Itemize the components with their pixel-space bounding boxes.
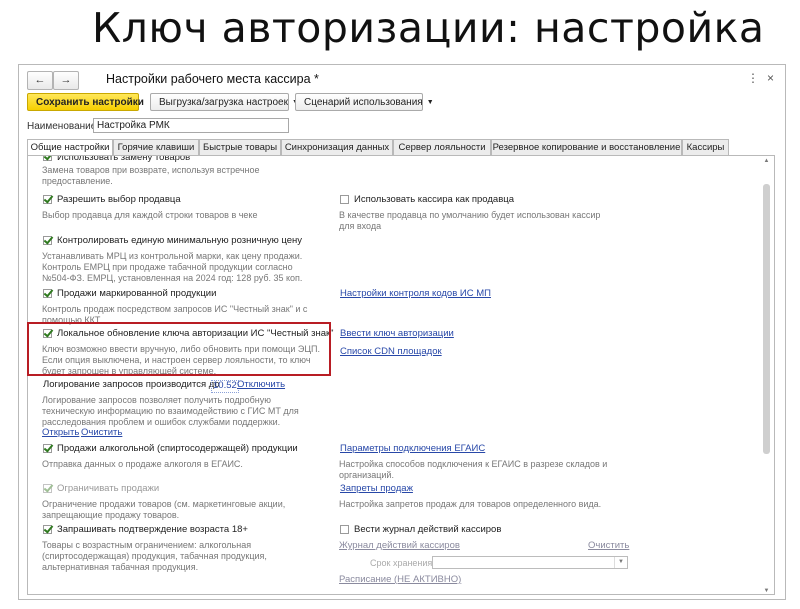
- name-label: Наименование:: [27, 121, 100, 132]
- egais-params-desc: организаций.: [339, 470, 394, 480]
- name-input[interactable]: Настройка РМК: [93, 118, 289, 133]
- arrow-right-icon: →: [60, 74, 72, 86]
- logging-date-field[interactable]: 10.52: [211, 380, 239, 393]
- marked-codes-settings-link[interactable]: Настройки контроля кодов ИС МП: [340, 288, 491, 300]
- egais-params-link[interactable]: Параметры подключения ЕГАИС: [340, 443, 485, 455]
- cashier-journal-clear-link[interactable]: Очистить: [588, 540, 629, 552]
- logging-disable-link[interactable]: Отключить: [237, 379, 285, 391]
- schedule-link[interactable]: Расписание (НЕ АКТИВНО): [339, 574, 461, 586]
- replace-goods-label: Использовать замену товаров: [57, 155, 191, 163]
- seller-choice-desc: Выбор продавца для каждой строки товаров…: [42, 210, 258, 220]
- forward-button[interactable]: →: [53, 71, 79, 90]
- restrict-sales-desc: Ограничение продажи товаров (см. маркети…: [42, 499, 286, 509]
- logging-label: Логирование запросов производится до: [43, 379, 220, 390]
- age-confirm-desc: (спиртосодержащая) продукция, табачная п…: [42, 551, 267, 561]
- chevron-down-icon: ▼: [614, 557, 627, 568]
- logging-desc: Логирование запросов позволяет получить …: [42, 395, 271, 405]
- arrow-left-icon: ←: [34, 74, 46, 86]
- cashier-as-seller-desc: для входа: [339, 221, 382, 231]
- tab-loyalty-server[interactable]: Сервер лояльности: [393, 139, 491, 155]
- sales-bans-link[interactable]: Запреты продаж: [340, 483, 413, 495]
- mrc-checkbox[interactable]: [43, 236, 52, 245]
- seller-choice-label: Разрешить выбор продавца: [57, 194, 181, 205]
- window-title: Настройки рабочего места кассира *: [106, 72, 319, 86]
- cashier-journal-link[interactable]: Журнал действий кассиров: [339, 540, 460, 552]
- cashier-as-seller-label: Использовать кассира как продавца: [354, 194, 514, 205]
- tab-cashiers[interactable]: Кассиры: [682, 139, 729, 155]
- seller-choice-checkbox[interactable]: [43, 195, 52, 204]
- replace-goods-desc: предоставление.: [42, 176, 113, 186]
- close-icon[interactable]: ×: [767, 71, 774, 85]
- more-menu-icon[interactable]: ⋮: [747, 71, 759, 85]
- replace-goods-checkbox[interactable]: [43, 156, 52, 161]
- vertical-scrollbar[interactable]: ▲ ▼: [762, 158, 771, 594]
- mrc-label: Контролировать единую минимальную рознич…: [57, 235, 302, 246]
- cashier-as-seller-desc: В качестве продавца по умолчанию будет и…: [339, 210, 601, 220]
- age-confirm-desc: альтернативная табачная продукция.: [42, 562, 199, 572]
- restrict-sales-checkbox[interactable]: [43, 484, 52, 493]
- mrc-desc: Устанавливать МРЦ из контрольной марки, …: [42, 251, 303, 261]
- alcohol-desc: Отправка данных о продаже алкоголя в ЕГА…: [42, 459, 243, 469]
- age-confirm-desc: Товары с возрастным ограничением: алкого…: [42, 540, 252, 550]
- logging-desc: расследования проблем и ошибок службами …: [42, 417, 281, 427]
- cdn-list-link[interactable]: Список CDN площадок: [340, 346, 442, 358]
- age-confirm-checkbox[interactable]: [43, 525, 52, 534]
- cashier-journal-label: Вести журнал действий кассиров: [354, 524, 502, 535]
- scenario-button[interactable]: Сценарий использования ▼: [295, 93, 434, 111]
- restrict-sales-label: Ограничивать продажи: [57, 483, 160, 494]
- marked-products-checkbox[interactable]: [43, 289, 52, 298]
- tab-general[interactable]: Общие настройки: [27, 139, 113, 156]
- export-import-label: Выгрузка/загрузка настроек: [159, 97, 288, 108]
- enter-auth-key-link[interactable]: Ввести ключ авторизации: [340, 328, 454, 340]
- highlight-frame: [27, 322, 331, 376]
- marked-products-label: Продажи маркированной продукции: [57, 288, 217, 299]
- tab-sync[interactable]: Синхронизация данных: [281, 139, 393, 155]
- tab-backup[interactable]: Резервное копирование и восстановление: [491, 139, 682, 155]
- cashier-journal-checkbox[interactable]: [340, 525, 349, 534]
- scenario-label: Сценарий использования: [304, 97, 423, 108]
- chevron-down-icon: ▼: [426, 99, 434, 106]
- storage-period-label: Срок хранения:: [370, 558, 435, 568]
- save-settings-label: Сохранить настройки: [36, 97, 144, 108]
- logging-clear-link[interactable]: Очистить: [81, 427, 122, 439]
- logging-desc: техническую информацию по взаимодействию…: [42, 406, 299, 416]
- egais-params-desc: Настройка способов подключения к ЕГАИС в…: [339, 459, 608, 469]
- restrict-sales-desc: запрещающие продажу товаров.: [42, 510, 180, 520]
- alcohol-label: Продажи алкогольной (спиртосодержащей) п…: [57, 443, 298, 454]
- scroll-down-icon[interactable]: ▼: [762, 588, 771, 594]
- alcohol-checkbox[interactable]: [43, 444, 52, 453]
- tab-hotkeys[interactable]: Горячие клавиши: [113, 139, 199, 155]
- replace-goods-desc: Замена товаров при возврате, используя в…: [42, 165, 260, 175]
- scroll-up-icon[interactable]: ▲: [762, 158, 771, 164]
- mrc-desc: №504-ФЗ. ЕМРЦ, установленная на 2024 год…: [42, 273, 303, 283]
- save-settings-button[interactable]: Сохранить настройки: [27, 93, 144, 111]
- age-confirm-label: Запрашивать подтверждение возраста 18+: [57, 524, 248, 535]
- back-button[interactable]: ←: [27, 71, 53, 90]
- storage-period-select[interactable]: ▼: [432, 556, 628, 569]
- slide-title: Ключ авторизации: настройка: [92, 4, 765, 52]
- export-import-button[interactable]: Выгрузка/загрузка настроек▼: [150, 93, 299, 111]
- marked-products-desc: Контроль продаж посредством запросов ИС …: [42, 304, 308, 314]
- logging-open-link[interactable]: Открыть: [42, 427, 79, 439]
- sales-bans-desc: Настройка запретов продаж для товаров оп…: [339, 499, 602, 509]
- tab-quick-products[interactable]: Быстрые товары: [199, 139, 281, 155]
- scrollbar-thumb[interactable]: [763, 184, 770, 454]
- mrc-desc: Контроль ЕМРЦ при продаже табачной проду…: [42, 262, 293, 272]
- cashier-as-seller-checkbox[interactable]: [340, 195, 349, 204]
